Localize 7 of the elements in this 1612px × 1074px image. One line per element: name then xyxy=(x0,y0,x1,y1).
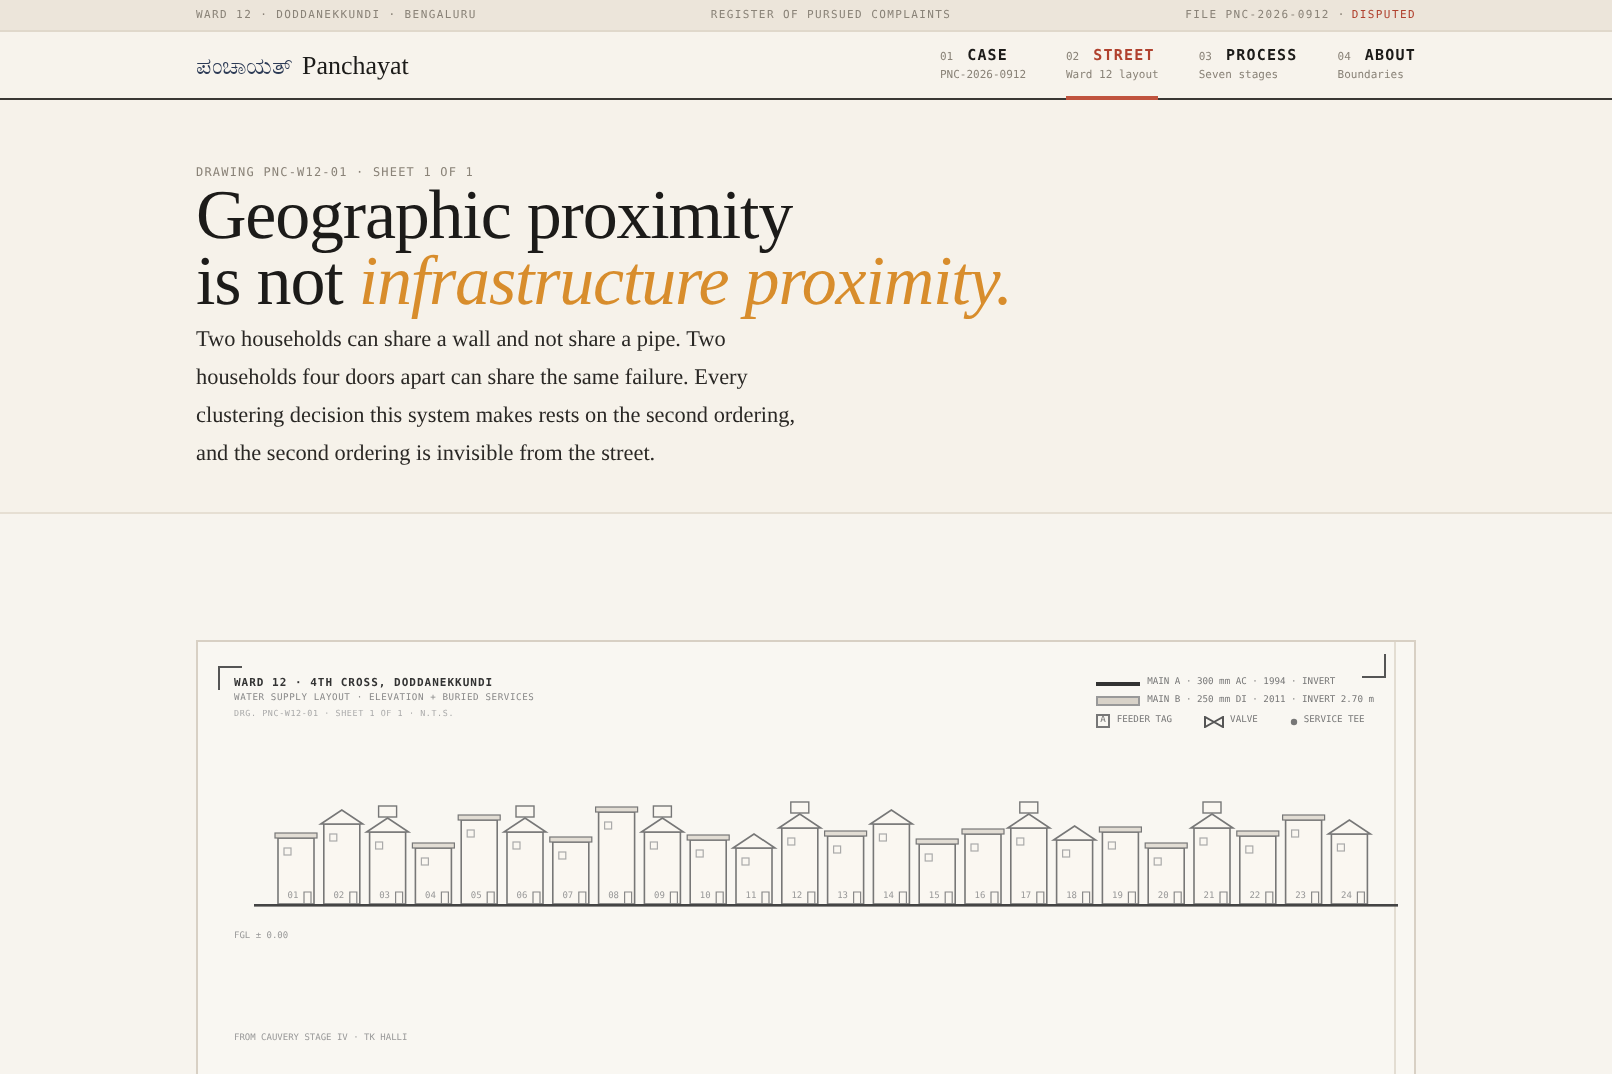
intro-paragraph: Two households can share a wall and not share a pipe. Two households four doors apart can share the same failure. Every clustering decision this system makes rests on the second ordering, and the second ordering is invisible from the street. xyxy=(196,326,796,470)
crop-mark-icon xyxy=(1362,654,1386,678)
valve-icon xyxy=(1204,715,1225,727)
logo-name[interactable]: Panchayat xyxy=(302,49,409,81)
logo-script[interactable]: ಪಂಚಾಯತ್ xyxy=(196,51,292,79)
dot-icon xyxy=(1289,717,1298,725)
main-line-icon xyxy=(1095,679,1140,687)
